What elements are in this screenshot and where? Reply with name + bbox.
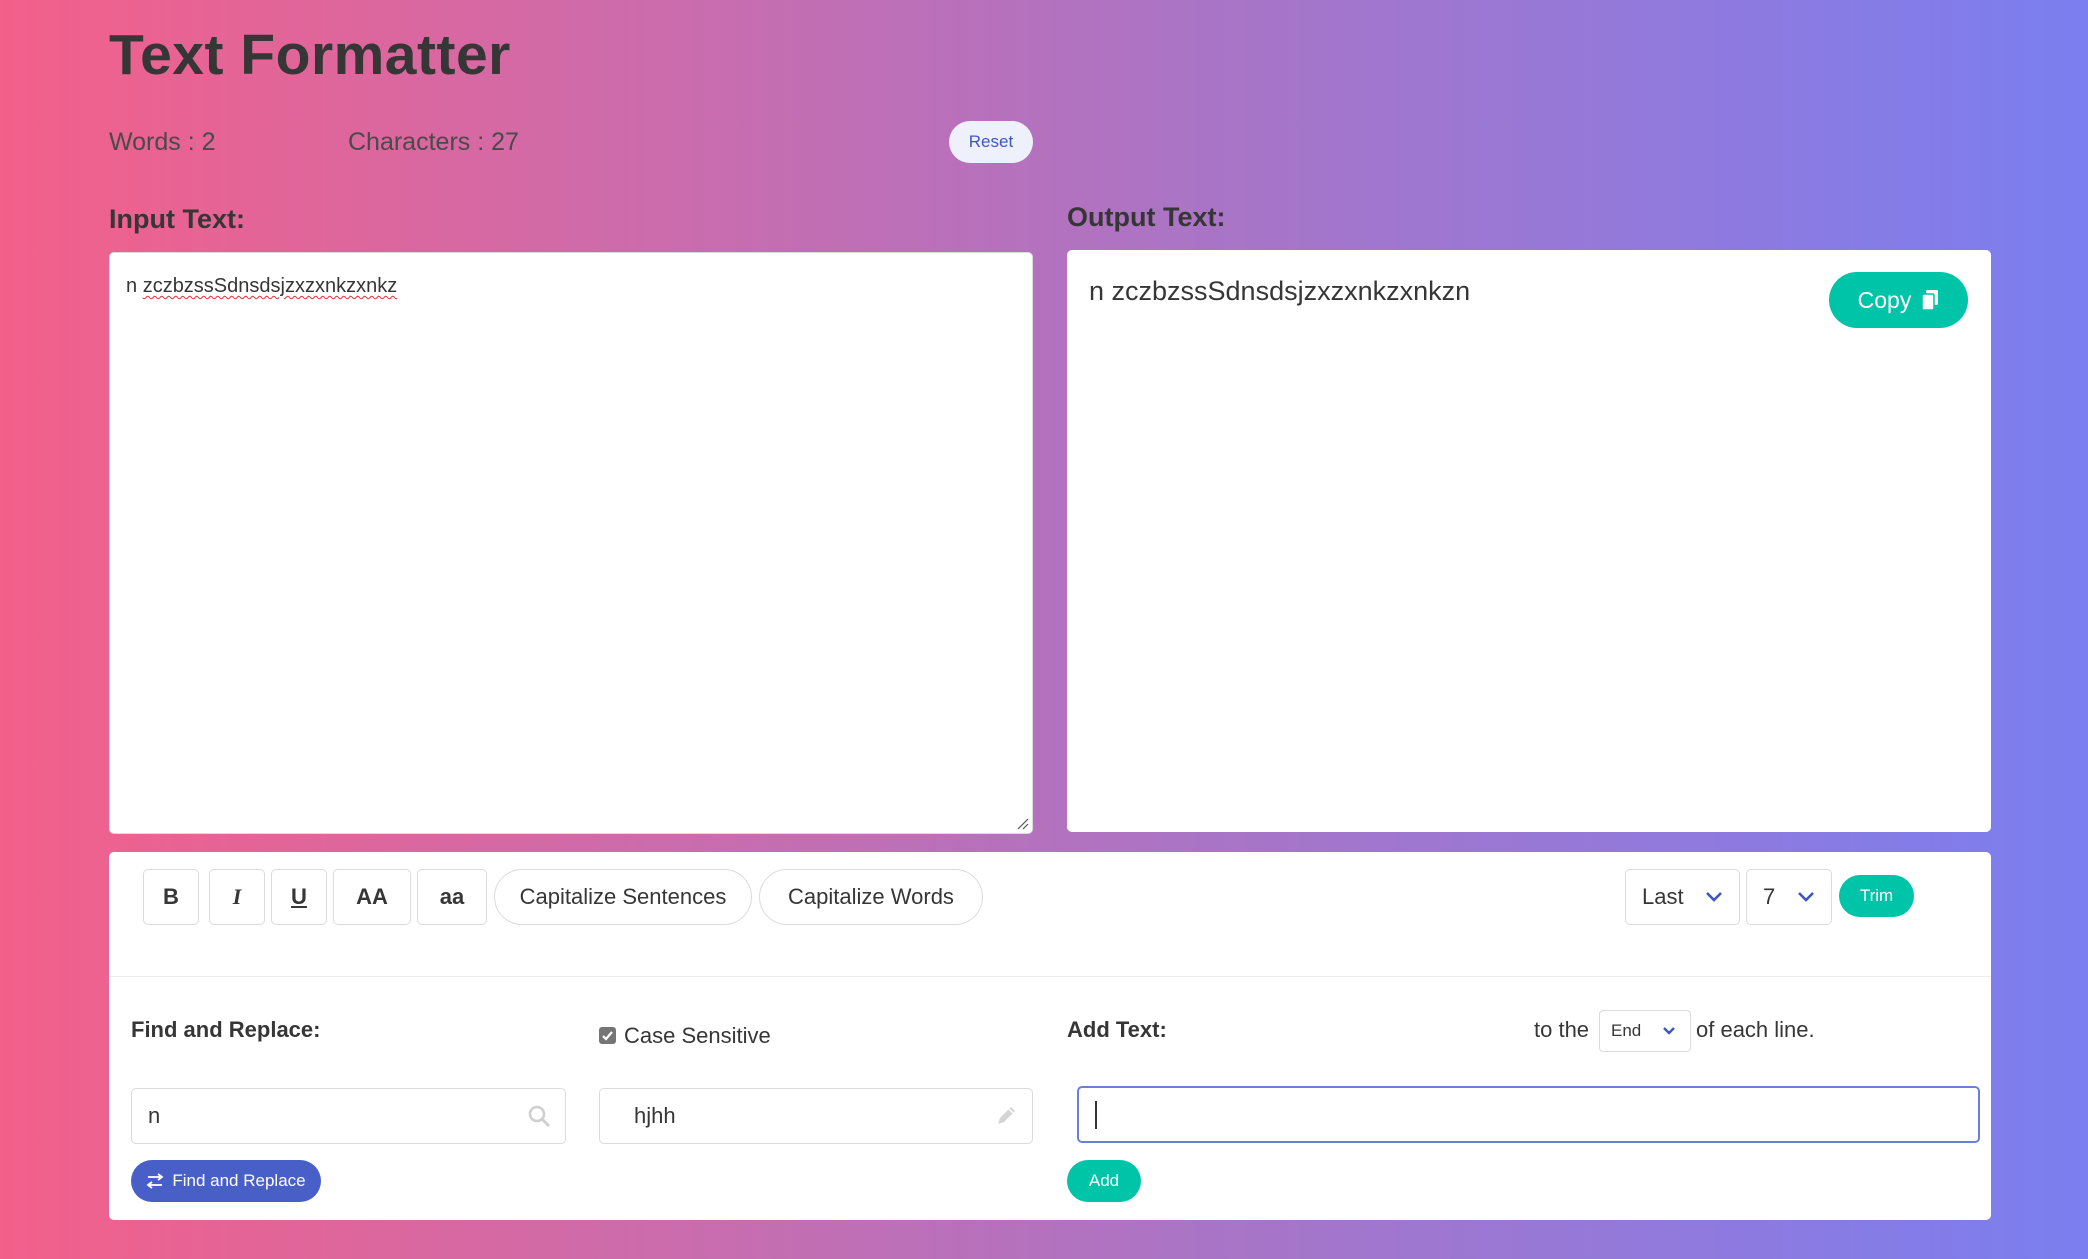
chevron-down-icon bbox=[1663, 1027, 1675, 1035]
add-position-select[interactable]: End bbox=[1599, 1010, 1691, 1052]
output-panel: n zczbzssSdnsdsjzxzxnkzxnkzn Copy bbox=[1067, 250, 1991, 832]
pencil-icon bbox=[998, 1107, 1015, 1124]
search-icon bbox=[528, 1105, 551, 1128]
capitalize-sentences-button[interactable]: Capitalize Sentences bbox=[494, 869, 752, 925]
case-sensitive-checkbox[interactable] bbox=[599, 1027, 616, 1044]
reset-button[interactable]: Reset bbox=[949, 121, 1033, 163]
word-count: Words : 2 bbox=[109, 128, 216, 156]
add-text-label: Add Text: bbox=[1067, 1017, 1167, 1042]
find-replace-label: Find and Replace: bbox=[131, 1017, 321, 1042]
input-textarea[interactable]: n zczbzssSdnsdsjzxzxnkzxnkz bbox=[109, 252, 1033, 834]
checkmark-icon bbox=[602, 1031, 613, 1041]
input-text-label: Input Text: bbox=[109, 204, 245, 234]
add-position-value: End bbox=[1611, 1021, 1642, 1040]
copy-button[interactable]: Copy bbox=[1829, 272, 1968, 328]
copy-button-label: Copy bbox=[1857, 286, 1912, 313]
input-text-content: n zczbzssSdnsdsjzxzxnkzxnkz bbox=[126, 275, 398, 297]
uppercase-button[interactable]: AA bbox=[333, 869, 411, 925]
swap-arrows-icon bbox=[146, 1173, 164, 1189]
resize-handle-icon[interactable] bbox=[1015, 816, 1029, 830]
replace-input[interactable]: hjhh bbox=[599, 1088, 1033, 1144]
of-each-line-label: of each line. bbox=[1696, 1017, 1815, 1042]
chevron-down-icon bbox=[1706, 892, 1722, 902]
character-count: Characters : 27 bbox=[348, 128, 519, 156]
add-text-input[interactable] bbox=[1077, 1086, 1980, 1143]
capitalize-words-button[interactable]: Capitalize Words bbox=[759, 869, 983, 925]
trim-count-select[interactable]: 7 bbox=[1746, 869, 1832, 925]
add-button[interactable]: Add bbox=[1067, 1160, 1141, 1202]
find-and-replace-button-label: Find and Replace bbox=[172, 1171, 306, 1190]
case-sensitive-label: Case Sensitive bbox=[624, 1023, 771, 1048]
trim-button[interactable]: Trim bbox=[1839, 875, 1914, 917]
bold-button[interactable]: B bbox=[143, 869, 199, 925]
chevron-down-icon bbox=[1798, 892, 1814, 902]
spellcheck-underline-word: zczbzssSdnsdsjzxzxnkzxnkz bbox=[142, 275, 398, 297]
to-the-label: to the bbox=[1534, 1017, 1590, 1042]
copy-icon bbox=[1921, 290, 1939, 311]
page-title: Text Formatter bbox=[109, 23, 511, 87]
replace-input-value: hjhh bbox=[634, 1103, 676, 1128]
trim-count-value: 7 bbox=[1763, 884, 1776, 909]
lowercase-button[interactable]: aa bbox=[417, 869, 487, 925]
find-input[interactable]: n bbox=[131, 1088, 566, 1144]
find-and-replace-button[interactable]: Find and Replace bbox=[131, 1160, 321, 1202]
underline-button[interactable]: U bbox=[271, 869, 327, 925]
trim-position-value: Last bbox=[1642, 884, 1684, 909]
formatting-toolbar-card: B I U AA aa Capitalize Sentences Capital… bbox=[109, 852, 1991, 1220]
text-cursor bbox=[1095, 1100, 1097, 1129]
toolbar-divider bbox=[109, 976, 1991, 977]
italic-button[interactable]: I bbox=[209, 869, 265, 925]
output-text-label: Output Text: bbox=[1067, 202, 1226, 232]
trim-position-select[interactable]: Last bbox=[1625, 869, 1740, 925]
find-input-value: n bbox=[148, 1103, 161, 1128]
